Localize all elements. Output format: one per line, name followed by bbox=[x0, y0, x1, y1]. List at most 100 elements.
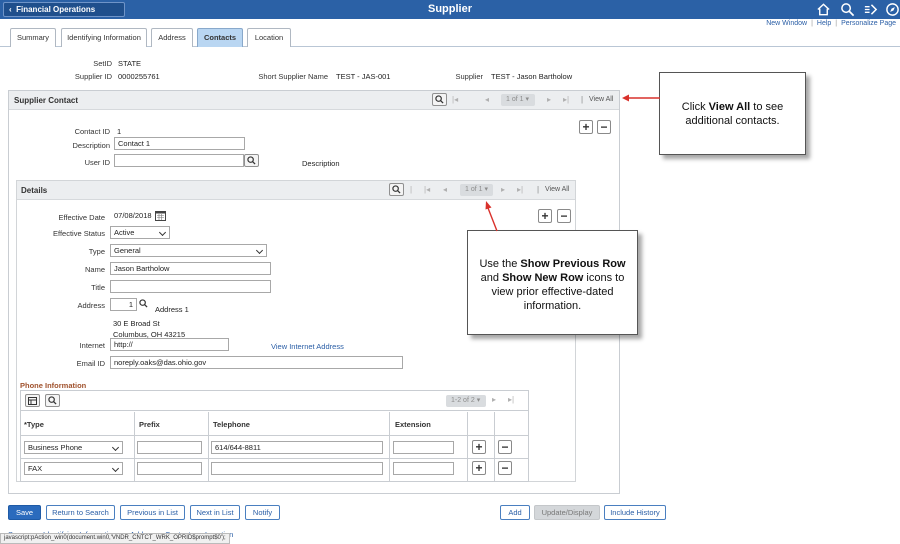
title-input[interactable] bbox=[110, 280, 271, 293]
phone-find-button[interactable] bbox=[45, 394, 60, 407]
phone-last-icon[interactable]: ▸| bbox=[508, 395, 514, 404]
phone-type-select[interactable]: Business Phone bbox=[24, 441, 123, 454]
add-button[interactable]: Add bbox=[500, 505, 530, 520]
save-button[interactable]: Save bbox=[8, 505, 41, 520]
delete-phone-row-button[interactable]: − bbox=[498, 461, 512, 475]
last-row-icon[interactable]: ▸| bbox=[563, 95, 569, 104]
phone-grid-header: *Type Prefix Telephone Extension bbox=[21, 412, 528, 436]
address-line1: 30 E Broad St bbox=[113, 319, 160, 328]
delete-phone-row-button[interactable]: − bbox=[498, 440, 512, 454]
home-icon[interactable] bbox=[816, 2, 831, 17]
effective-status-label: Effective Status bbox=[53, 229, 105, 238]
tab-bar: Summary Identifying Information Address … bbox=[0, 28, 900, 47]
phone-prefix-input[interactable] bbox=[137, 462, 202, 475]
previous-in-list-button[interactable]: Previous in List bbox=[120, 505, 185, 520]
details-pager[interactable]: 1 of 1 ▾ bbox=[460, 184, 493, 196]
address-lookup-icon[interactable] bbox=[139, 299, 148, 308]
phone-extension-input[interactable] bbox=[393, 462, 454, 475]
col-divider bbox=[467, 412, 468, 481]
show-next-row-icon[interactable]: ▸ bbox=[501, 185, 505, 194]
phone-pager[interactable]: 1-2 of 2 ▾ bbox=[446, 395, 486, 407]
details-first-icon[interactable]: |◂ bbox=[424, 185, 430, 194]
type-select[interactable]: General bbox=[110, 244, 267, 257]
internet-label: Internet bbox=[79, 341, 105, 350]
new-window-link[interactable]: New Window bbox=[766, 20, 807, 27]
callout-bold-text: View All bbox=[708, 101, 751, 113]
compass-icon[interactable] bbox=[885, 2, 900, 17]
contact-find-button[interactable] bbox=[432, 93, 447, 106]
col-divider bbox=[134, 412, 135, 481]
description-input[interactable]: Contact 1 bbox=[114, 137, 245, 150]
include-history-button[interactable]: Include History bbox=[604, 505, 666, 520]
details-view-all-link[interactable]: View All bbox=[545, 186, 569, 193]
tab-identifying-information[interactable]: Identifying Information bbox=[61, 28, 147, 47]
col-divider bbox=[494, 412, 495, 481]
add-contact-button[interactable]: + bbox=[579, 120, 593, 134]
address-name: Address 1 bbox=[155, 305, 189, 314]
grid-settings-icon bbox=[28, 396, 37, 405]
col-type-header: *Type bbox=[24, 420, 44, 429]
tab-location[interactable]: Location bbox=[247, 28, 291, 47]
supplier-label: Supplier bbox=[455, 72, 483, 81]
divider: | bbox=[537, 185, 540, 194]
email-id-input[interactable]: noreply.oaks@das.ohio.gov bbox=[110, 356, 403, 369]
search-icon bbox=[247, 156, 256, 165]
phone-type-select[interactable]: FAX bbox=[24, 462, 123, 475]
add-phone-row-button[interactable]: + bbox=[472, 440, 486, 454]
notify-button[interactable]: Notify bbox=[245, 505, 280, 520]
personalize-page-link[interactable]: Personalize Page bbox=[841, 20, 896, 27]
phone-pager-label: 1-2 of 2 bbox=[451, 397, 475, 404]
page-title: Supplier bbox=[427, 3, 472, 15]
callout-arrow-icon bbox=[485, 201, 498, 232]
effective-date-input[interactable]: 07/08/2018 bbox=[110, 209, 154, 222]
short-supplier-name-value: TEST - JAS-001 bbox=[336, 72, 391, 81]
delete-contact-button[interactable]: − bbox=[597, 120, 611, 134]
phone-telephone-input[interactable] bbox=[211, 462, 383, 475]
personalize-grid-button[interactable] bbox=[25, 394, 40, 407]
first-row-icon[interactable]: |◂ bbox=[452, 95, 458, 104]
view-internet-address-link[interactable]: View Internet Address bbox=[271, 342, 344, 351]
menu-icon[interactable] bbox=[863, 2, 878, 17]
next-row-icon[interactable]: ▸ bbox=[547, 95, 551, 104]
effective-status-select[interactable]: Active bbox=[110, 226, 170, 239]
contact-view-all-link[interactable]: View All bbox=[589, 96, 613, 103]
internet-input[interactable]: http:// bbox=[110, 338, 229, 351]
show-previous-row-icon[interactable]: ◂ bbox=[443, 185, 447, 194]
calendar-icon[interactable] bbox=[155, 210, 166, 221]
contact-pager-label: 1 of 1 bbox=[506, 96, 524, 103]
details-last-icon[interactable]: ▸| bbox=[517, 185, 523, 194]
phone-prefix-input[interactable] bbox=[137, 441, 202, 454]
next-in-list-button[interactable]: Next in List bbox=[190, 505, 240, 520]
add-phone-row-button[interactable]: + bbox=[472, 461, 486, 475]
tab-address[interactable]: Address bbox=[151, 28, 193, 47]
browser-status-bar: javascript:pAction_win0(document.win0,'V… bbox=[0, 533, 230, 544]
search-icon[interactable] bbox=[840, 2, 855, 17]
back-button[interactable]: ‹ Financial Operations bbox=[3, 2, 125, 17]
details-find-button[interactable] bbox=[389, 183, 404, 196]
show-new-row-button[interactable]: + bbox=[538, 209, 552, 223]
help-link[interactable]: Help bbox=[817, 20, 831, 27]
user-id-lookup-button[interactable] bbox=[244, 154, 259, 167]
address-number-input[interactable]: 1 bbox=[110, 298, 137, 311]
phone-next-icon[interactable]: ▸ bbox=[492, 395, 496, 404]
contact-pager[interactable]: 1 of 1 ▾ bbox=[501, 94, 535, 106]
delete-row-button[interactable]: − bbox=[557, 209, 571, 223]
row-divider bbox=[21, 458, 528, 459]
return-to-search-button[interactable]: Return to Search bbox=[46, 505, 115, 520]
address-label: Address bbox=[77, 301, 105, 310]
details-first-row-icon[interactable]: | bbox=[410, 185, 412, 194]
col-telephone-header: Telephone bbox=[213, 420, 250, 429]
top-links: New Window | Help | Personalize Page bbox=[766, 20, 896, 27]
supplier-contact-title: Supplier Contact bbox=[14, 96, 79, 105]
tab-summary[interactable]: Summary bbox=[10, 28, 56, 47]
tab-contacts[interactable]: Contacts bbox=[197, 28, 243, 47]
supplier-id-value: 0000255761 bbox=[118, 72, 160, 81]
phone-telephone-input[interactable]: 614/644-8811 bbox=[211, 441, 383, 454]
details-title: Details bbox=[21, 186, 48, 195]
phone-extension-input[interactable] bbox=[393, 441, 454, 454]
user-id-input[interactable] bbox=[114, 154, 244, 167]
name-input[interactable]: Jason Bartholow bbox=[110, 262, 271, 275]
name-label: Name bbox=[84, 265, 105, 274]
contact-id-label: Contact ID bbox=[74, 127, 110, 136]
previous-row-icon[interactable]: ◂ bbox=[485, 95, 489, 104]
